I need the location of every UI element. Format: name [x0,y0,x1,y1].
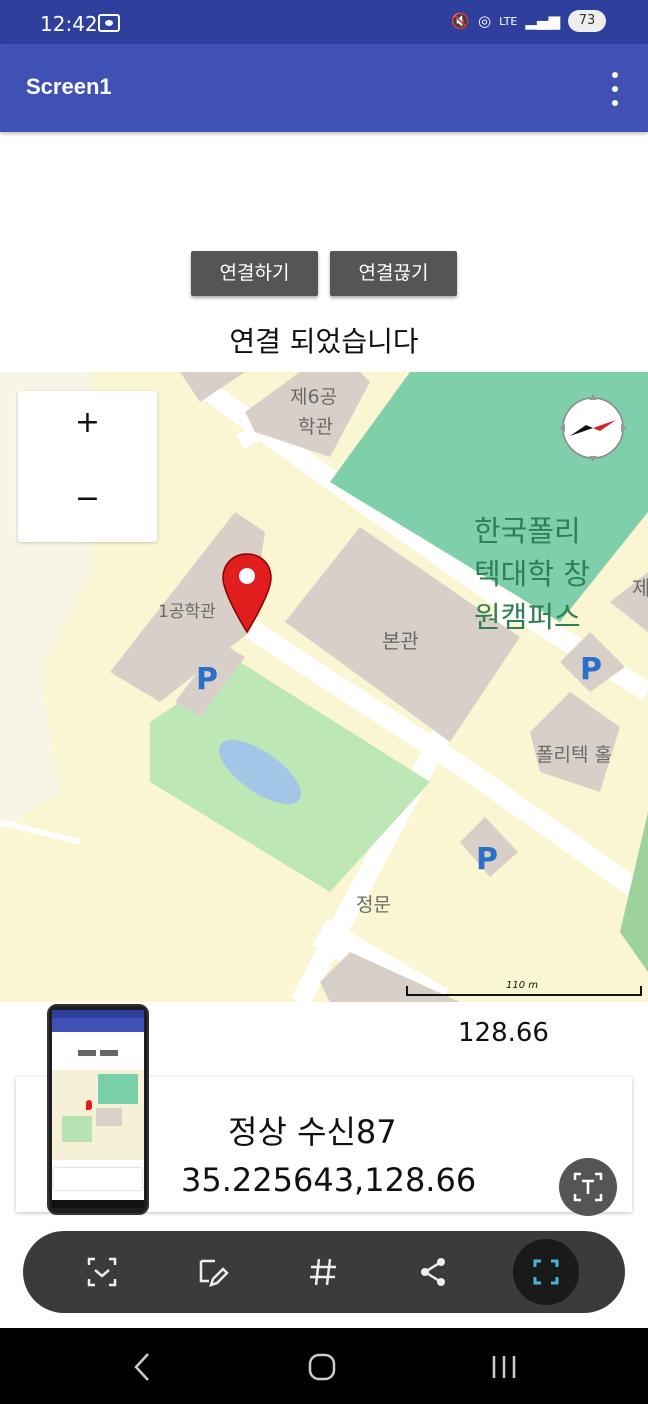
status-icons: 🔇 ◎ LTE ▂▄▆ 73 [451,10,606,32]
share-icon[interactable] [413,1251,455,1293]
text-extract-icon [573,1172,603,1202]
screenshot-icon [98,14,120,32]
scale-bar [406,986,642,996]
parking-icon: P [476,842,498,877]
home-button[interactable] [302,1350,342,1384]
screenshot-toolbar [23,1231,625,1313]
parking-icon: P [580,652,602,687]
map-label-building6b: 학관 [298,416,333,438]
status-time: 12:42 [40,12,98,36]
mute-icon: 🔇 [451,12,470,30]
back-button[interactable] [124,1350,164,1384]
map-label-campus1: 한국폴리 [474,514,581,548]
zoom-controls: + − [18,391,157,542]
longitude-text: 128.66 [458,1018,549,1048]
app-title: Screen1 [26,74,112,99]
app-bar: Screen1 [0,44,648,132]
capture-button[interactable] [513,1239,579,1305]
zoom-out-button[interactable]: − [18,481,157,516]
lte-icon: LTE [499,14,518,28]
screenshot-thumbnail[interactable] [47,1004,149,1215]
map-label-building1: 1공학관 [158,602,216,622]
hashtag-icon[interactable] [302,1251,344,1293]
connect-button[interactable]: 연결하기 [191,251,318,296]
disconnect-button[interactable]: 연결끊기 [330,251,457,296]
status-bar: 12:42 🔇 ◎ LTE ▂▄▆ 73 [0,0,648,44]
zoom-in-button[interactable]: + [18,405,157,440]
parking-icon: P [196,662,218,697]
back-icon [134,1353,149,1381]
compass-icon[interactable] [556,388,630,468]
capture-icon [533,1259,559,1285]
more-vert-icon[interactable] [606,72,622,106]
coordinates-text: 35.225643,128.66 [181,1161,477,1199]
recents-icon [492,1356,516,1378]
signal-icon: ▂▄▆ [525,12,560,30]
connection-status-text: 연결 되었습니다 [229,325,419,358]
map-label-campus2: 텍대학 창 [474,557,590,591]
map-label-gate: 정문 [356,894,391,916]
map-label-edge: 제 [632,576,648,600]
map-label-campus3: 원캠퍼스 [474,600,581,634]
battery-icon: 73 [568,10,606,32]
recents-button[interactable] [484,1350,524,1384]
receive-status-text: 정상 수신87 [228,1113,397,1151]
location-pin-icon[interactable] [221,552,273,634]
scan-icon[interactable] [81,1251,123,1293]
text-extract-button[interactable] [559,1158,617,1216]
edit-icon[interactable] [191,1251,233,1293]
map-label-building6: 제6공 [290,386,338,408]
map-label-polytech-hall: 폴리텍 홀 [536,744,612,766]
map-label-main: 본관 [382,629,419,653]
navigation-bar [0,1328,648,1404]
home-icon [308,1353,336,1381]
hotspot-icon: ◎ [478,12,492,30]
